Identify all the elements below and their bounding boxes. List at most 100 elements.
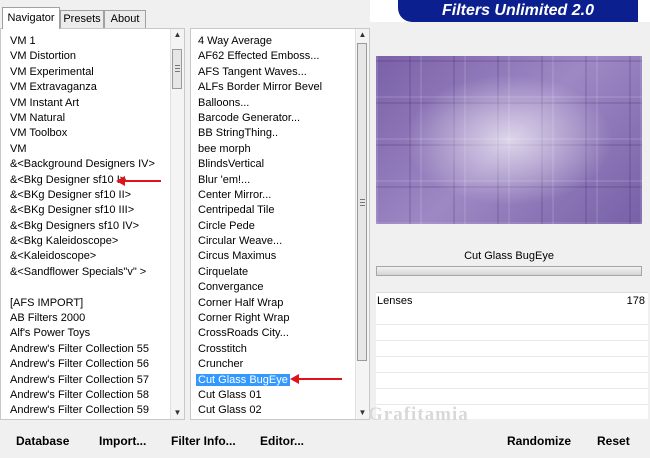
filter-item[interactable]: BlindsVertical [191, 157, 369, 172]
randomize-button[interactable]: Randomize [507, 434, 571, 448]
filter-item[interactable]: Convergance [191, 280, 369, 295]
filter-item[interactable]: Cut Glass 02 [191, 403, 369, 418]
editor-button[interactable]: Editor... [260, 434, 304, 448]
filter-item[interactable]: Balloons... [191, 96, 369, 111]
category-list-pane[interactable]: VM 1 VM Distortion VM Experimental VM Extra… [0, 28, 185, 420]
filter-preview-image [376, 56, 642, 224]
filter-item[interactable]: CrossRoads City... [191, 326, 369, 341]
category-item[interactable]: VM Extravaganza [1, 80, 184, 95]
filter-item-label: Balloons... [198, 96, 250, 109]
category-item[interactable]: VM 1 [1, 34, 184, 49]
filter-item[interactable]: Corner Half Wrap [191, 296, 369, 311]
filter-item[interactable]: Cirquelate [191, 265, 369, 280]
tab-navigator[interactable]: Navigator [2, 7, 60, 29]
category-scrollbar[interactable]: ▲ ▼ [170, 29, 184, 419]
filter-item-label: Cruncher [198, 358, 244, 371]
category-item[interactable]: VM Instant Art [1, 96, 184, 111]
filter-item-label: BB StringThing.. [198, 127, 279, 140]
category-item[interactable]: &<Sandflower Specials"v" > [1, 265, 184, 280]
scroll-up-arrow-icon[interactable]: ▲ [171, 29, 184, 41]
filter-item-label: Blur 'em!... [198, 173, 251, 186]
filter-item[interactable]: Barcode Generator... [191, 111, 369, 126]
scroll-up-arrow-icon[interactable]: ▲ [356, 29, 369, 41]
filter-scrollbar[interactable]: ▲ ▼ [355, 29, 369, 419]
category-item[interactable]: AB Filters 2000 [1, 311, 184, 326]
filter-item[interactable]: bee morph [191, 142, 369, 157]
category-item[interactable]: Andrew's Filter Collection 59 [1, 403, 184, 418]
filter-item-label: Cut Glass BugEye [196, 373, 290, 386]
category-item[interactable]: &<BKg Designer sf10 II> [1, 188, 184, 203]
scroll-thumb[interactable] [357, 43, 367, 361]
filter-item-label: Circle Pede [198, 219, 255, 232]
category-item[interactable]: [AFS IMPORT] [1, 296, 184, 311]
category-item[interactable]: &<BKg Designer sf10 III> [1, 203, 184, 218]
filter-item[interactable]: Corner Right Wrap [191, 311, 369, 326]
filter-item-label: Corner Right Wrap [198, 312, 290, 325]
filter-item[interactable]: Cut Glass 03 [191, 419, 369, 420]
filter-item-label: bee morph [198, 142, 251, 155]
filter-item[interactable]: Crosstitch [191, 342, 369, 357]
category-item[interactable]: VM [1, 142, 184, 157]
filter-item[interactable]: Center Mirror... [191, 188, 369, 203]
category-item[interactable] [1, 280, 184, 295]
category-item[interactable]: &<Bkg Kaleidoscope> [1, 234, 184, 249]
filter-item[interactable]: Cut Glass BugEye [191, 373, 369, 388]
tab-presets[interactable]: Presets [60, 10, 104, 28]
filter-item-label: Crosstitch [198, 342, 247, 355]
filter-item[interactable]: AFS Tangent Waves... [191, 65, 369, 80]
param-label: Lenses [377, 295, 413, 307]
filter-item-label: BlindsVertical [198, 158, 265, 171]
param-lenses-slider[interactable]: Lenses 178 [376, 293, 648, 309]
database-button[interactable]: Database [16, 434, 69, 448]
annotation-arrow-icon [290, 374, 342, 384]
preview-progress-bar [376, 266, 642, 276]
filter-item[interactable]: Centripedal Tile [191, 203, 369, 218]
filter-item-label: Cirquelate [198, 265, 249, 278]
filter-item[interactable]: Circle Pede [191, 219, 369, 234]
preview-filter-name: Cut Glass BugEye [464, 250, 554, 262]
param-value: 178 [626, 295, 645, 307]
filter-item-label: Corner Half Wrap [198, 296, 284, 309]
tab-about[interactable]: About [104, 10, 146, 28]
filter-item[interactable]: Blur 'em!... [191, 173, 369, 188]
scroll-down-arrow-icon[interactable]: ▼ [171, 407, 184, 419]
filter-item-label: Circus Maximus [198, 250, 277, 263]
category-item[interactable]: VM Distortion [1, 49, 184, 64]
category-item[interactable]: Andrew's Filter Collection 58 [1, 388, 184, 403]
category-item[interactable]: VM Experimental [1, 65, 184, 80]
filter-item-label: Center Mirror... [198, 188, 272, 201]
filter-list[interactable]: 4 Way Average AF62 Effected Emboss... AFS … [191, 29, 369, 420]
filter-item-label: 4 Way Average [198, 35, 272, 47]
category-item[interactable]: VM Toolbox [1, 126, 184, 141]
filter-item[interactable]: 4 Way Average [191, 34, 369, 49]
filter-item[interactable]: Circus Maximus [191, 249, 369, 264]
category-item[interactable]: Andrew's Filter Collection 56 [1, 357, 184, 372]
filter-item[interactable]: ALFs Border Mirror Bevel [191, 80, 369, 95]
category-item[interactable]: Andrew's Filter Collection 55 [1, 342, 184, 357]
filter-item-label: AF62 Effected Emboss... [198, 50, 320, 63]
reset-button[interactable]: Reset [597, 434, 630, 448]
category-list[interactable]: VM 1 VM Distortion VM Experimental VM Extra… [1, 29, 184, 419]
filter-list-pane[interactable]: 4 Way Average AF62 Effected Emboss... AFS … [190, 28, 370, 420]
filter-item[interactable]: AF62 Effected Emboss... [191, 49, 369, 64]
filter-item[interactable]: BB StringThing.. [191, 126, 369, 141]
watermark: Grafitamia [368, 404, 469, 425]
import-button[interactable]: Import... [99, 434, 146, 448]
filter-info-button[interactable]: Filter Info... [171, 434, 236, 448]
category-item[interactable]: &<Bkg Designers sf10 IV> [1, 219, 184, 234]
category-item[interactable]: Alf's Power Toys [1, 326, 184, 341]
filter-item-label: Barcode Generator... [198, 111, 301, 124]
filter-item-label: Convergance [198, 281, 264, 294]
category-item[interactable]: VM Natural [1, 111, 184, 126]
category-item[interactable]: Andrew's Filter Collection 57 [1, 373, 184, 388]
filter-item-label: ALFs Border Mirror Bevel [198, 81, 323, 94]
filter-item-label: Circular Weave... [198, 235, 283, 248]
category-item[interactable]: &<Kaleidoscope> [1, 249, 184, 264]
header: Filters Unlimited 2.0 [370, 0, 650, 22]
filter-item-label: Cut Glass 02 [198, 404, 262, 417]
filter-item[interactable]: Cut Glass 01 [191, 388, 369, 403]
scroll-thumb[interactable] [172, 49, 182, 89]
filter-item[interactable]: Circular Weave... [191, 234, 369, 249]
category-item[interactable]: &<Background Designers IV> [1, 157, 184, 172]
filter-item[interactable]: Cruncher [191, 357, 369, 372]
